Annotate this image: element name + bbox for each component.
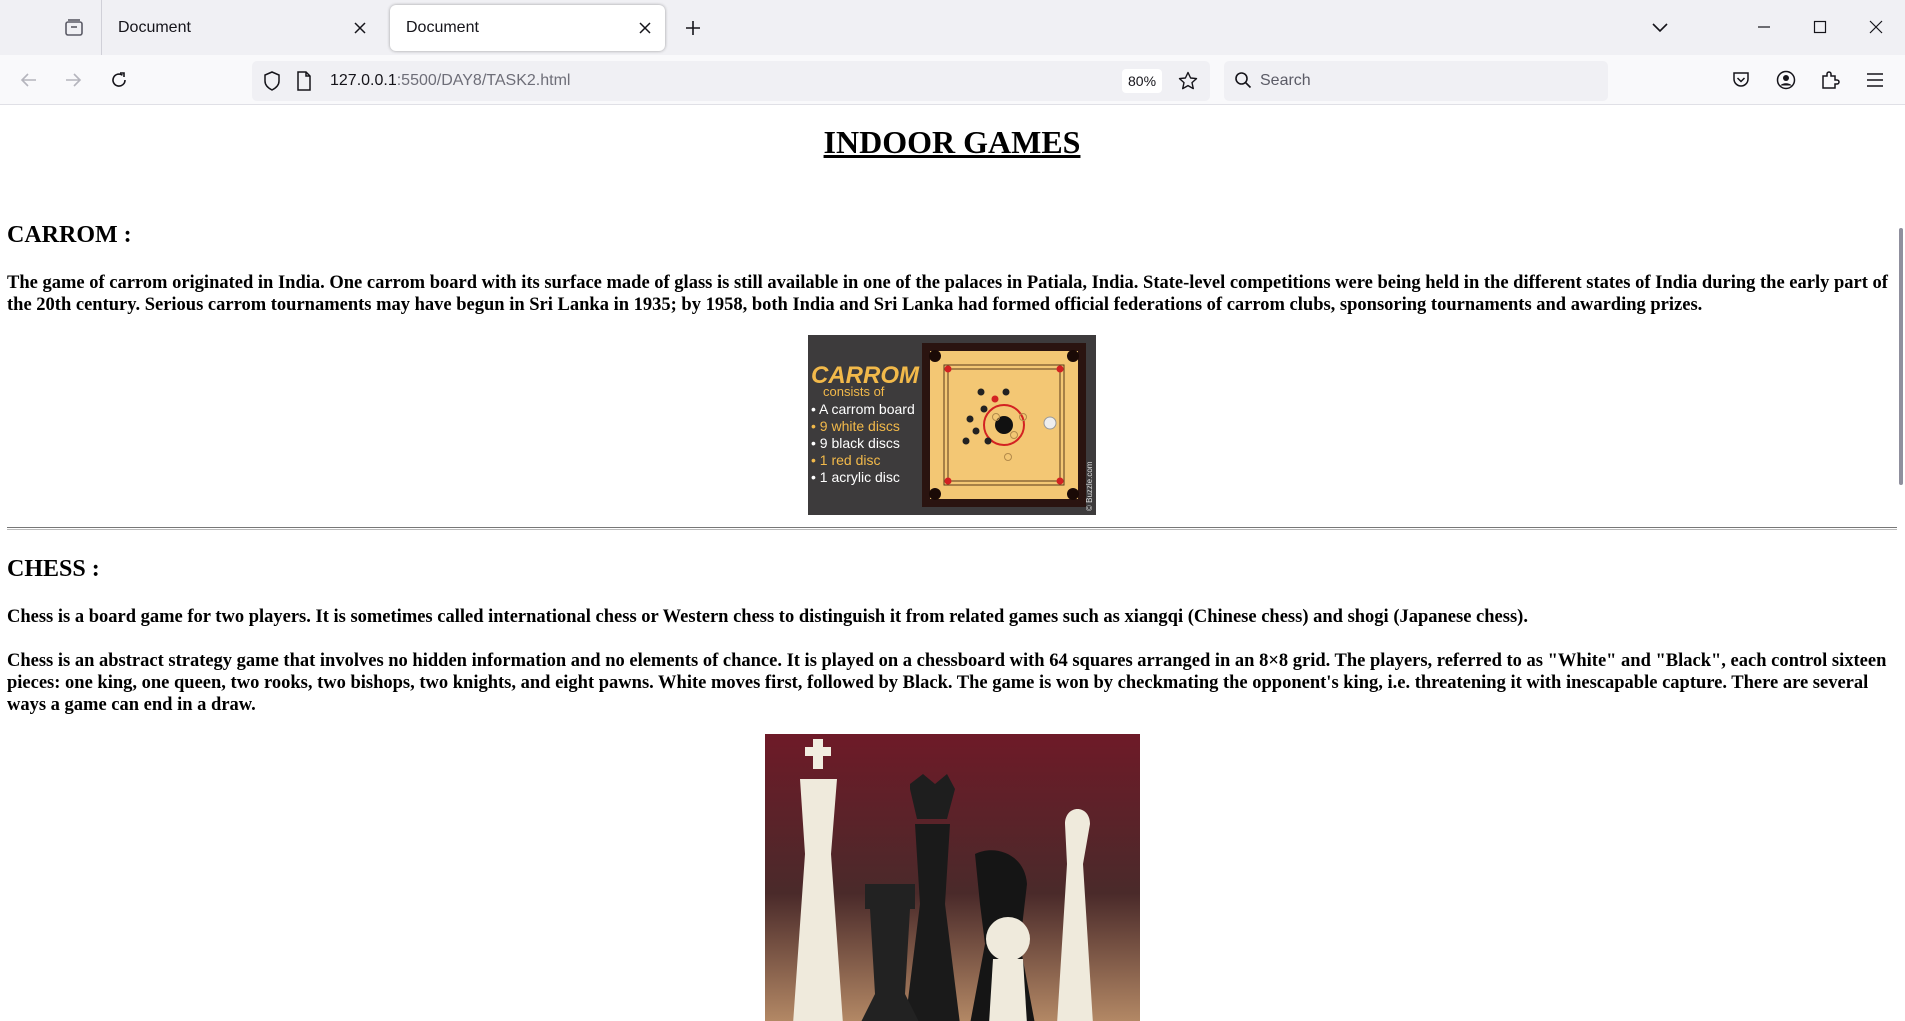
extensions-button[interactable] [1813,63,1847,97]
account-button[interactable] [1769,63,1803,97]
navigation-toolbar: 127.0.0.1:5500/DAY8/TASK2.html 80% Searc… [0,55,1905,105]
search-bar[interactable]: Search [1224,61,1608,101]
page-title: INDOOR GAMES [823,124,1081,160]
close-icon [639,22,651,34]
carrom-item: • 9 white discs [811,418,900,434]
page-content: INDOOR GAMES CARROM : The game of carrom… [0,106,1905,1021]
app-menu-button[interactable] [1858,63,1892,97]
puzzle-icon [1822,71,1840,89]
plus-icon [686,21,700,35]
carrom-item: • A carrom board [811,401,915,417]
maximize-icon [1813,20,1827,34]
tab-bar: Document Document [0,0,1905,55]
carrom-heading: CARROM : [7,222,132,248]
minimize-button[interactable] [1746,10,1782,44]
close-window-button[interactable] [1858,10,1894,44]
list-all-tabs-button[interactable] [1642,10,1678,44]
arrow-right-icon [66,73,82,87]
reload-button[interactable] [102,63,136,97]
chess-paragraph-1: Chess is a board game for two players. I… [7,607,1528,627]
url-host: 127.0.0.1 [330,72,397,89]
chess-image [765,734,1140,1021]
pocket-icon [1733,72,1749,87]
maximize-button[interactable] [1802,10,1838,44]
url-text: 127.0.0.1:5500/DAY8/TASK2.html [330,72,570,90]
chess-paragraph-2: Chess is an abstract strategy game that … [7,651,1887,715]
close-icon [354,22,366,34]
reload-icon [112,72,126,87]
carrom-consists-of: consists of [823,384,885,399]
address-bar[interactable]: 127.0.0.1:5500/DAY8/TASK2.html 80% [252,61,1210,101]
tab-close-button[interactable] [631,14,659,42]
carrom-image: CARROM consists of • A carrom board • 9 … [808,335,1096,515]
carrom-image-credit: © Buzzle.com [1085,461,1094,511]
tab-document-2[interactable]: Document [390,5,665,51]
back-button[interactable] [12,63,46,97]
firefox-view-button[interactable] [56,13,92,43]
tab-list-icon [65,19,83,36]
zoom-level-badge[interactable]: 80% [1122,69,1163,93]
carrom-item: • 1 red disc [811,452,881,468]
new-tab-button[interactable] [676,13,710,43]
tracking-protection-shield-icon[interactable] [260,69,284,93]
tab-title: Document [406,19,479,36]
account-icon [1776,70,1796,90]
page-info-icon[interactable] [292,69,316,93]
hamburger-menu-icon [1867,73,1883,87]
chevron-down-icon [1652,23,1668,33]
section-divider [7,527,1897,530]
minimize-icon [1758,26,1770,28]
url-path: :5500/DAY8/TASK2.html [396,72,571,89]
arrow-left-icon [20,73,36,87]
chess-heading: CHESS : [7,556,100,582]
close-icon [1869,20,1883,34]
pocket-button[interactable] [1724,63,1758,97]
tab-title: Document [118,19,191,36]
carrom-item: • 1 acrylic disc [811,469,900,485]
tab-close-button[interactable] [346,14,374,42]
search-input[interactable]: Search [1260,72,1311,90]
tab-document-1[interactable]: Document [102,5,380,51]
forward-button[interactable] [56,63,90,97]
bookmark-star-icon[interactable] [1176,69,1200,93]
carrom-item: • 9 black discs [811,435,900,451]
search-icon [1235,72,1252,89]
carrom-paragraph: The game of carrom originated in India. … [7,273,1888,315]
page-scrollbar[interactable] [1899,228,1903,485]
